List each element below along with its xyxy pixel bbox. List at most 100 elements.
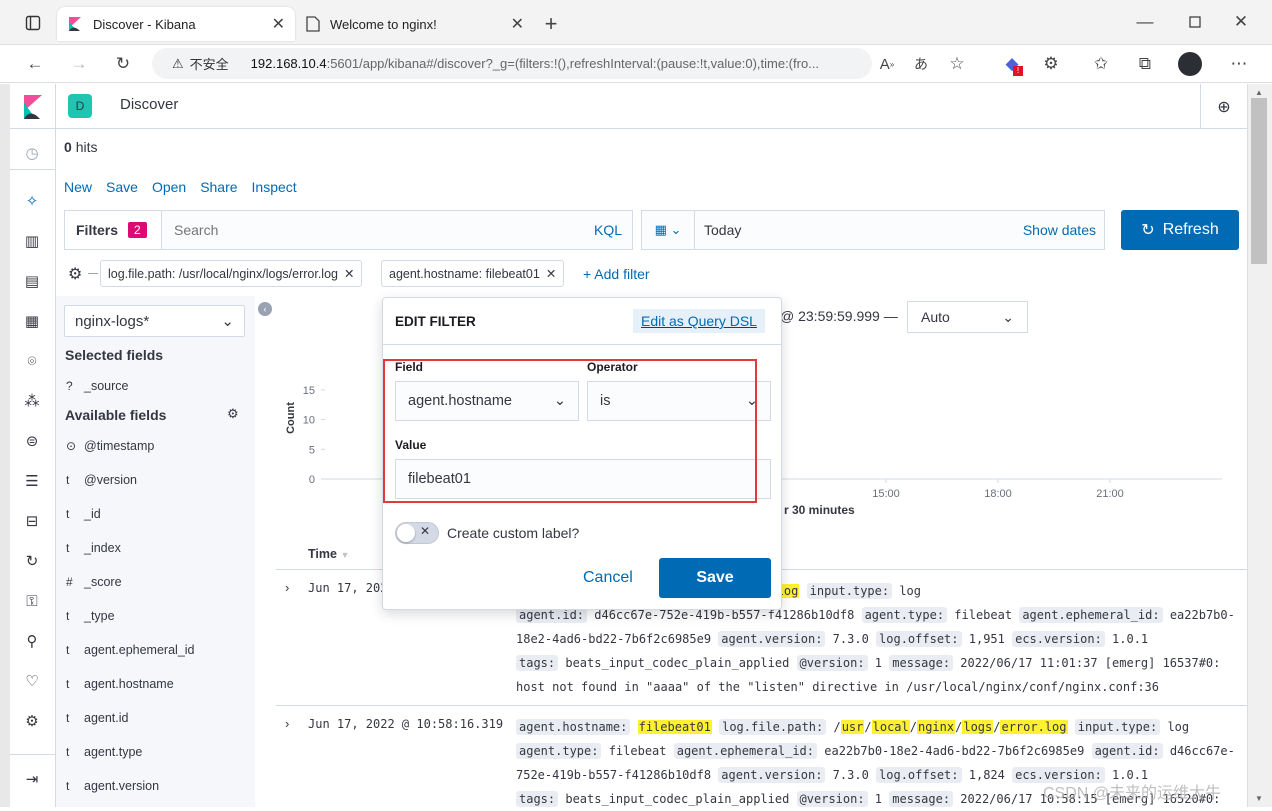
help-icon[interactable]: ⊕ <box>1200 84 1247 129</box>
calendar-icon[interactable]: ▦ ⌄ <box>642 211 695 249</box>
infrastructure-icon[interactable]: ⊜ <box>20 429 44 453</box>
field-item[interactable]: t @version <box>66 470 137 490</box>
date-value[interactable]: Today <box>704 222 1023 238</box>
save-search-button[interactable]: Save <box>106 179 138 195</box>
discover-icon[interactable]: ✧ <box>20 189 44 213</box>
new-tab-icon[interactable]: + <box>536 9 566 39</box>
interval-select[interactable]: Auto ⌄ <box>907 301 1028 333</box>
expand-row-icon[interactable]: › <box>285 580 289 595</box>
field-item[interactable]: t _index <box>66 538 121 558</box>
field-settings-icon[interactable]: ⚙ <box>227 406 239 422</box>
dashboard-icon[interactable]: ▤ <box>20 269 44 293</box>
refresh-button[interactable]: ↻ Refresh <box>1121 210 1239 250</box>
filter-pill[interactable]: log.file.path: /usr/local/nginx/logs/err… <box>100 260 363 287</box>
field-value: / <box>826 720 841 734</box>
field-key: agent.ephemeral_id: <box>1019 607 1163 623</box>
remove-filter-icon[interactable]: ✕ <box>546 266 556 281</box>
logs-icon[interactable]: ☰ <box>20 469 44 493</box>
ml-icon[interactable]: ⁂ <box>20 389 44 413</box>
apm-icon[interactable]: ⊟ <box>20 509 44 533</box>
more-menu-icon[interactable]: ⋯ <box>1224 49 1254 79</box>
field-value: d46cc67e-752e-419b-b557-f41286b10df8 <box>587 608 862 622</box>
maps-icon[interactable]: ⌾ <box>20 349 44 373</box>
field-item[interactable]: t agent.ephemeral_id <box>66 640 195 660</box>
extension-alert-icon[interactable]: ◆! <box>997 49 1027 79</box>
favorites-icon[interactable]: ✩ <box>1086 49 1116 79</box>
monitoring-icon[interactable]: ♡ <box>20 669 44 693</box>
space-avatar[interactable]: D <box>68 94 92 118</box>
tab-actions-icon[interactable] <box>18 8 48 38</box>
close-tab-icon[interactable]: ✕ <box>272 14 285 34</box>
reload-icon[interactable]: ↻ <box>108 49 138 79</box>
field-item[interactable]: t _id <box>66 504 101 524</box>
close-tab-icon[interactable]: ✕ <box>511 14 524 34</box>
back-icon[interactable]: ← <box>20 49 50 79</box>
dev-tools-icon[interactable]: ⚲ <box>20 629 44 653</box>
translate-icon[interactable]: あ <box>906 49 936 79</box>
tab-welcome-nginx[interactable]: Welcome to nginx! ✕ <box>296 7 534 41</box>
field-item[interactable]: t _type <box>66 606 115 626</box>
field-key: agent.type: <box>861 607 948 623</box>
field-value: 7.3.0 <box>825 768 877 782</box>
read-aloud-icon[interactable]: A» <box>872 49 902 79</box>
inspect-button[interactable]: Inspect <box>252 179 297 195</box>
new-button[interactable]: New <box>64 179 92 195</box>
doc-source-line: tags: beats_input_codec_plain_applied @v… <box>516 651 1220 675</box>
canvas-icon[interactable]: ▦ <box>20 309 44 333</box>
breadcrumb: Discover <box>120 96 179 113</box>
recent-icon[interactable]: ◷ <box>20 141 44 165</box>
field-value: local <box>871 720 910 734</box>
share-button[interactable]: Share <box>200 179 237 195</box>
kibana-logo-icon[interactable] <box>10 84 56 129</box>
custom-label-toggle[interactable]: ✕ <box>395 522 439 544</box>
cancel-button[interactable]: Cancel <box>583 569 633 587</box>
siem-icon[interactable]: ⚿ <box>20 589 44 613</box>
show-dates-link[interactable]: Show dates <box>1023 222 1096 238</box>
collapse-sidebar-icon[interactable]: ‹ <box>258 302 272 316</box>
field-item[interactable]: ? _source <box>66 376 128 396</box>
field-item[interactable]: t agent.hostname <box>66 674 174 694</box>
open-button[interactable]: Open <box>152 179 186 195</box>
visualize-icon[interactable]: ▥ <box>20 229 44 253</box>
collections-icon[interactable]: ⧉ <box>1130 49 1160 79</box>
page-scrollbar[interactable]: ▲ ▼ <box>1247 84 1272 807</box>
index-pattern-select[interactable]: nginx-logs* ⌄ <box>64 305 245 337</box>
field-key: message: <box>889 791 954 807</box>
address-bar[interactable]: ⚠ 不安全 192.168.10.4 :5601/app/kibana#/dis… <box>152 48 872 79</box>
tab-discover-kibana[interactable]: Discover - Kibana ✕ <box>57 7 295 41</box>
y-axis-label: Count <box>285 402 297 434</box>
maximize-icon[interactable] <box>1180 7 1210 37</box>
scrollbar-thumb[interactable] <box>1251 98 1267 264</box>
uptime-icon[interactable]: ↻ <box>20 549 44 573</box>
extensions-icon[interactable]: ⚙ <box>1036 49 1066 79</box>
filters-button[interactable]: Filters 2 <box>65 211 162 249</box>
filter-pill[interactable]: agent.hostname: filebeat01 ✕ <box>381 260 565 287</box>
favorite-add-icon[interactable]: ☆ <box>942 49 972 79</box>
minimize-icon[interactable]: — <box>1130 7 1160 37</box>
field-item[interactable]: ⊙ @timestamp <box>66 436 154 456</box>
close-window-icon[interactable]: ✕ <box>1226 7 1256 37</box>
field-key: input.type: <box>806 583 893 599</box>
field-item[interactable]: # _score <box>66 572 122 592</box>
sort-icon: ▼ <box>340 550 350 560</box>
search-input[interactable] <box>162 222 594 238</box>
remove-filter-icon[interactable]: ✕ <box>344 266 354 281</box>
management-icon[interactable]: ⚙ <box>20 709 44 733</box>
add-filter-button[interactable]: + Add filter <box>583 266 650 282</box>
edit-as-query-dsl-button[interactable]: Edit as Query DSL <box>633 309 765 333</box>
save-filter-button[interactable]: Save <box>659 558 771 598</box>
time-column-header[interactable]: Time ▼ <box>308 547 349 561</box>
expand-row-icon[interactable]: › <box>285 716 289 731</box>
field-item[interactable]: t agent.id <box>66 708 128 728</box>
profile-avatar[interactable] <box>1175 49 1205 79</box>
x-tick-label: 15:00 <box>872 488 900 500</box>
field-item[interactable]: t agent.type <box>66 742 142 762</box>
field-key: agent.version: <box>718 631 826 647</box>
browser-toolbar: ← → ↻ ⚠ 不安全 192.168.10.4 :5601/app/kiban… <box>0 45 1272 83</box>
collapse-nav-icon[interactable]: ⇥ <box>20 767 44 791</box>
field-value: beats_input_codec_plain_applied <box>558 656 797 670</box>
kql-toggle[interactable]: KQL <box>594 222 622 238</box>
filter-settings-icon[interactable]: ⚙ <box>68 264 82 284</box>
field-item[interactable]: t agent.version <box>66 776 159 796</box>
forward-icon[interactable]: → <box>64 49 94 79</box>
